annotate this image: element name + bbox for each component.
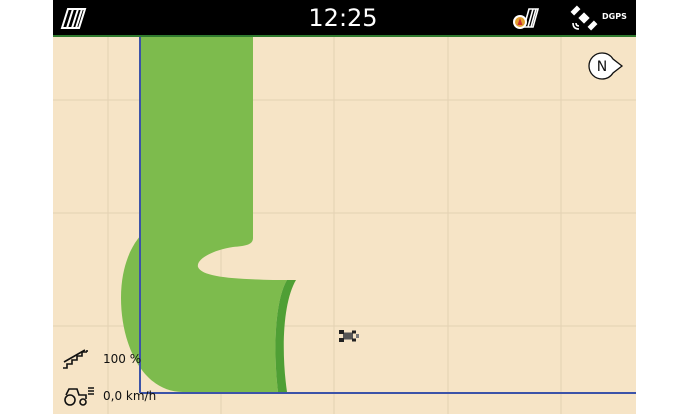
compass-label: N [597,59,607,75]
coverage-stairs-icon [63,349,88,369]
coverage-status: 100 % [61,348,141,370]
speed-value: 0,0 km/h [103,389,157,403]
implement-status-icon[interactable] [510,3,540,33]
status-bar: 12:25 DGPS [53,0,636,36]
gps-status-label: DGPS [602,12,627,21]
tractor-icon [339,330,359,342]
satellite-icon[interactable] [569,3,599,33]
guidance-screen: 12:25 DGPS N 100 % 0,0 km/h [53,0,636,414]
speed-status: 0,0 km/h [61,385,156,407]
tractor-speed-icon [64,387,94,406]
coverage-value: 100 % [103,352,142,366]
field-stripes-icon[interactable] [58,3,88,33]
coverage-area [121,37,287,392]
clock: 12:25 [308,4,378,32]
compass-north-button[interactable]: N [588,50,628,82]
